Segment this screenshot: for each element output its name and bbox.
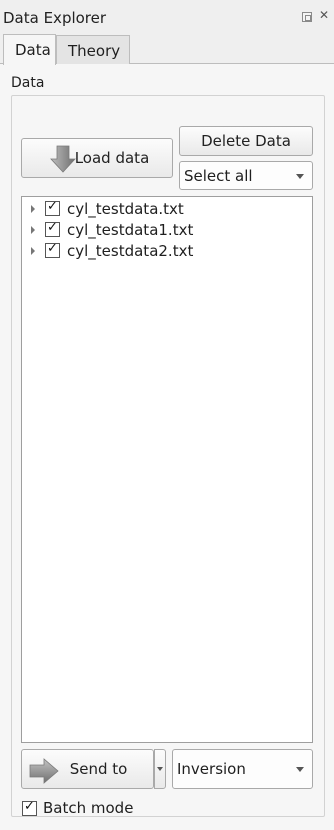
send-to-label: Send to [69,760,128,778]
tab-data[interactable]: Data [3,34,56,65]
close-icon[interactable]: ✕ [319,9,329,21]
expand-arrow-icon[interactable] [31,246,35,255]
expand-arrow-icon[interactable] [31,204,35,213]
select-combo-value: Select all [184,166,253,185]
arrow-down-icon [50,145,76,173]
file-checkbox[interactable] [45,241,60,258]
file-name: cyl_testdata2.txt [67,241,194,260]
list-item[interactable]: cyl_testdata1.txt [22,219,193,240]
perspective-combo-value: Inversion [177,760,246,778]
arrow-right-icon [29,758,59,784]
file-name: cyl_testdata.txt [67,199,184,218]
load-data-button[interactable]: Load data [21,138,173,178]
tab-theory[interactable]: Theory [56,35,130,64]
delete-data-button[interactable]: Delete Data [179,126,313,156]
perspective-combo[interactable]: Inversion [172,749,313,789]
data-group-title: Data [11,75,45,91]
expand-arrow-icon[interactable] [31,225,35,234]
send-to-button[interactable]: Send to [21,749,154,789]
load-data-label: Load data [74,149,150,167]
float-icon[interactable] [302,12,312,22]
dock-title: Data Explorer [3,9,107,27]
chevron-down-icon [296,767,304,772]
file-checkbox[interactable] [45,199,60,216]
select-combo[interactable]: Select all [179,161,313,190]
send-menu-button[interactable] [154,749,166,789]
batch-mode-checkbox[interactable] [22,799,37,816]
data-list[interactable]: cyl_testdata.txt cyl_testdata1.txt cyl_t… [21,196,313,743]
batch-mode-label: Batch mode [43,799,134,817]
file-checkbox[interactable] [45,220,60,237]
list-item[interactable]: cyl_testdata.txt [22,198,184,219]
chevron-down-icon [296,173,304,179]
batch-mode-row[interactable]: Batch mode [22,799,133,817]
list-item[interactable]: cyl_testdata2.txt [22,240,193,261]
file-name: cyl_testdata1.txt [67,220,194,239]
